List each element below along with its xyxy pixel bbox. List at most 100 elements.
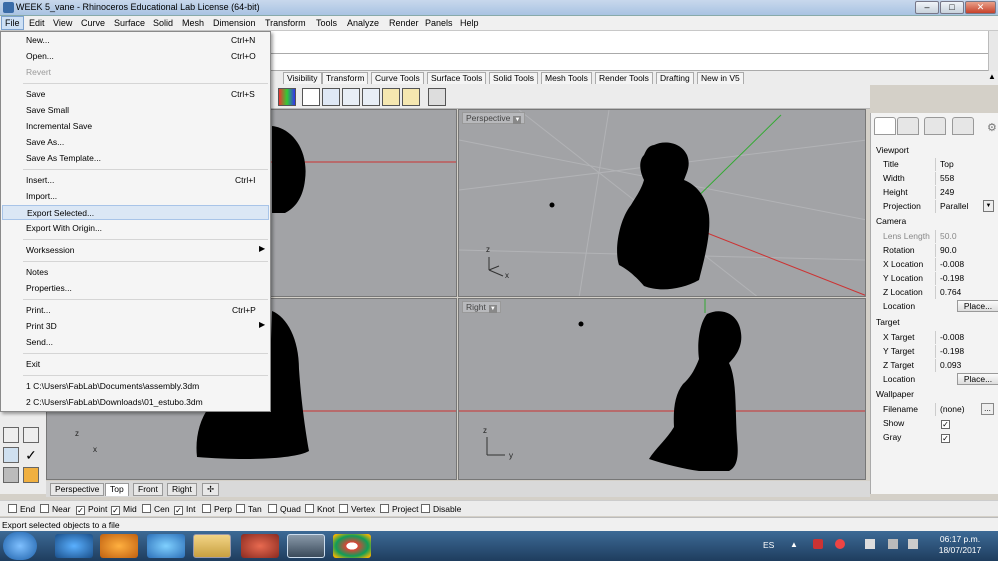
osnap-point-checkbox[interactable]: ✓ (76, 506, 85, 515)
menu-item-worksession[interactable]: Worksession ▶ (2, 243, 269, 258)
chevron-down-icon[interactable]: ▼ (983, 200, 994, 212)
minimize-button[interactable]: – (915, 1, 939, 14)
menu-transform[interactable]: Transform (265, 18, 306, 28)
four-viewports-icon[interactable] (322, 88, 340, 106)
menu-tools[interactable]: Tools (316, 18, 337, 28)
z-target-value[interactable]: 0.093 (935, 359, 993, 372)
osnap-end-checkbox[interactable] (8, 504, 17, 513)
tab-solid-tools[interactable]: Solid Tools (489, 72, 538, 84)
array-icon[interactable] (3, 427, 19, 443)
menu-item-save-small[interactable]: Save Small (2, 103, 269, 118)
check-icon[interactable]: ✓ (23, 447, 39, 463)
color-display-icon[interactable] (278, 88, 296, 106)
add-viewport-icon[interactable]: ✢ (202, 483, 220, 496)
menu-item-print-3d[interactable]: Print 3D ▶ (2, 319, 269, 334)
volume-icon[interactable] (908, 539, 918, 549)
menu-item-export-with-origin[interactable]: Export With Origin... (2, 221, 269, 236)
menu-solid[interactable]: Solid (153, 18, 173, 28)
height-value[interactable]: 249 (935, 186, 993, 199)
osnap-point[interactable]: ✓ Point (76, 504, 107, 515)
chevron-down-icon[interactable]: ▼ (513, 116, 522, 124)
osnap-perp[interactable]: Perp (202, 504, 232, 514)
tray-app-icon[interactable] (813, 539, 823, 549)
tab-transform[interactable]: Transform (322, 72, 369, 84)
camera-place-button[interactable]: Place... (957, 300, 998, 312)
maximize-button[interactable]: □ (940, 1, 964, 14)
x-location-value[interactable]: -0.008 (935, 258, 993, 271)
osnap-end[interactable]: End (8, 504, 35, 514)
osnap-knot[interactable]: Knot (305, 504, 335, 514)
osnap-cen-checkbox[interactable] (142, 504, 151, 513)
menu-help[interactable]: Help (460, 18, 479, 28)
osnap-vertex-checkbox[interactable] (339, 504, 348, 513)
gear-icon[interactable]: ⚙ (987, 121, 997, 134)
menu-item-import[interactable]: Import... (2, 189, 269, 204)
menu-item-notes[interactable]: Notes (2, 265, 269, 280)
right-viewport-label[interactable]: Right ▼ (462, 301, 501, 313)
osnap-cen[interactable]: Cen (142, 504, 170, 514)
flag-icon[interactable] (865, 539, 875, 549)
grid-select-icon[interactable] (23, 427, 39, 443)
help-icon[interactable] (952, 117, 974, 135)
menu-edit[interactable]: Edit (29, 18, 45, 28)
tab-perspective[interactable]: Perspective (50, 483, 105, 496)
menu-item-recent-2[interactable]: 2 C:\Users\FabLab\Downloads\01_estubo.3d… (2, 395, 269, 410)
clock[interactable]: 06:17 p.m. 18/07/2017 (930, 534, 990, 556)
chevron-down-icon[interactable]: ▼ (488, 305, 497, 313)
tray-arrow-icon[interactable]: ▲ (790, 540, 798, 549)
layers-icon[interactable] (897, 117, 919, 135)
menu-item-properties[interactable]: Properties... (2, 281, 269, 296)
maximize-viewport-icon[interactable] (342, 88, 360, 106)
menu-item-recent-1[interactable]: 1 C:\Users\FabLab\Documents\assembly.3dm (2, 379, 269, 394)
menu-mesh[interactable]: Mesh (182, 18, 204, 28)
explorer-icon[interactable] (193, 534, 231, 558)
menu-item-insert[interactable]: Insert... Ctrl+I (2, 173, 269, 188)
osnap-disable-checkbox[interactable] (421, 504, 430, 513)
rotation-value[interactable]: 90.0 (935, 244, 993, 257)
rhino-taskbar-icon[interactable] (287, 534, 325, 558)
tab-render-tools[interactable]: Render Tools (595, 72, 653, 84)
osnap-vertex[interactable]: Vertex (339, 504, 375, 514)
tab-surface-tools[interactable]: Surface Tools (427, 72, 487, 84)
osnap-knot-checkbox[interactable] (305, 504, 314, 513)
menu-analyze[interactable]: Analyze (347, 18, 379, 28)
menu-item-print[interactable]: Print... Ctrl+P (2, 303, 269, 318)
y-location-value[interactable]: -0.198 (935, 272, 993, 285)
osnap-project-checkbox[interactable] (380, 504, 389, 513)
tab-scroll-icon[interactable]: ▲ (988, 72, 996, 81)
language-indicator[interactable]: ES (763, 540, 774, 550)
osnap-tan-checkbox[interactable] (236, 504, 245, 513)
named-cplanes-icon[interactable] (402, 88, 420, 106)
show-checkbox[interactable]: ✓ (941, 418, 953, 429)
security-icon[interactable] (835, 539, 845, 549)
menu-file[interactable]: File (1, 16, 24, 30)
osnap-tan[interactable]: Tan (236, 504, 262, 514)
tab-drafting[interactable]: Drafting (656, 72, 694, 84)
browse-button[interactable]: ... (981, 403, 994, 415)
osnap-near-checkbox[interactable] (40, 504, 49, 513)
edge-icon[interactable] (147, 534, 185, 558)
osnap-mid-checkbox[interactable]: ✓ (111, 506, 120, 515)
perspective-viewport-label[interactable]: Perspective ▼ (462, 112, 526, 124)
osnap-quad[interactable]: Quad (268, 504, 301, 514)
osnap-project[interactable]: Project (380, 504, 418, 514)
title-value[interactable]: Top (935, 158, 993, 171)
menu-item-send[interactable]: Send... (2, 335, 269, 350)
osnap-int-checkbox[interactable]: ✓ (174, 506, 183, 515)
osnap-perp-checkbox[interactable] (202, 504, 211, 513)
chrome-icon[interactable] (333, 534, 371, 558)
tab-curve-tools[interactable]: Curve Tools (371, 72, 424, 84)
osnap-int[interactable]: ✓ Int (174, 504, 195, 515)
osnap-near[interactable]: Near (40, 504, 70, 514)
viewport-perspective[interactable]: z x Perspective ▼ (458, 109, 866, 297)
width-value[interactable]: 558 (935, 172, 993, 185)
z-location-value[interactable]: 0.764 (935, 286, 993, 299)
menu-dimension[interactable]: Dimension (213, 18, 256, 28)
menu-item-new[interactable]: New... Ctrl+N (2, 33, 269, 48)
render-icon[interactable] (3, 467, 19, 483)
menu-panels[interactable]: Panels (425, 18, 453, 28)
osnap-mid[interactable]: ✓ Mid (111, 504, 137, 515)
x-target-value[interactable]: -0.008 (935, 331, 993, 344)
menu-item-save-as[interactable]: Save As... (2, 135, 269, 150)
tab-visibility[interactable]: Visibility (283, 72, 322, 84)
